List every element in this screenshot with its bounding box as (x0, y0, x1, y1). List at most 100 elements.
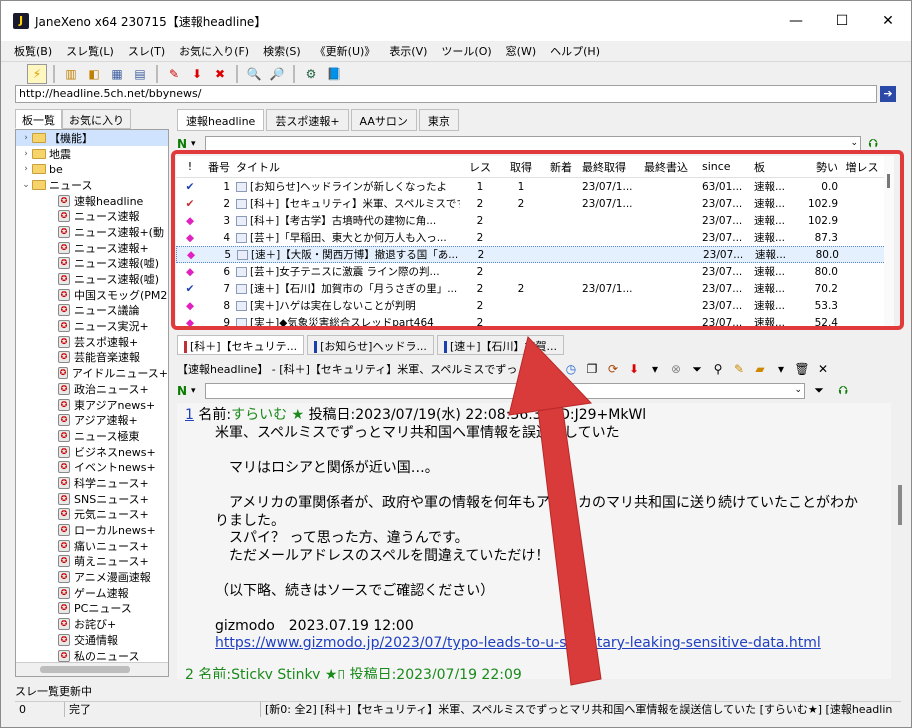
layout-columns-icon[interactable]: ▥ (61, 64, 81, 84)
tree-board-item[interactable]: ✪ 中国スモッグ(PM2 (16, 287, 168, 303)
pencil-icon[interactable]: ✎ (730, 360, 748, 378)
tab-thread-3[interactable]: [速＋]【石川】加賀... (436, 335, 565, 355)
delete-icon[interactable]: ✖ (210, 64, 230, 84)
tree-board-item[interactable]: ✪ ニュース速報(嘘) (16, 256, 168, 272)
expand-chevron-icon[interactable]: › (20, 149, 32, 159)
thread-filter-input[interactable]: ⌄ (205, 136, 861, 152)
layout-panel-icon[interactable]: ▤ (130, 64, 150, 84)
tree-board-item[interactable]: ✪ ニュース速報+ (16, 240, 168, 256)
post-filter-input[interactable]: ⌄ (205, 383, 805, 399)
tree-board-item[interactable]: ✪ 速報headline (16, 193, 168, 209)
tree-board-item[interactable]: ✪ アジア速報+ (16, 412, 168, 428)
stop-icon[interactable]: ⊗ (667, 360, 685, 378)
chevron-down-icon[interactable]: ⌄ (794, 385, 802, 395)
tree-board-item[interactable]: ✪ ニュース速報(嘘) (16, 271, 168, 287)
tree-board-item[interactable]: ✪ 痛いニュース+ (16, 538, 168, 554)
tree-folder[interactable]: ⌄ ニュース (16, 177, 168, 193)
tree-board-item[interactable]: ✪ ゲーム速報 (16, 585, 168, 601)
thread-row[interactable]: ◆ 5 [速＋]【大阪・関西万博】撤退する国「あ... 2 23/07... 速報... 8… (176, 246, 894, 263)
thread-row[interactable]: ◆ 8 [実＋]ハゲは実在しないことが判明 2 23/07... 速報... 53.3 (176, 297, 894, 314)
menu-board[interactable]: 板覧(B) (7, 43, 59, 59)
chevron-down-icon[interactable]: ▾ (191, 139, 205, 149)
col-res[interactable]: レス (460, 159, 500, 175)
tree-folder[interactable]: › 【機能】 (16, 130, 168, 146)
col-number[interactable]: 番号 (204, 159, 234, 175)
col-mark[interactable]: ! (176, 160, 204, 173)
book-icon[interactable]: 📘 (324, 64, 344, 84)
thread-row[interactable]: ✔ 2 [科＋]【セキュリティ】米軍、スペルミスです... 2 2 23/07/1... 2… (176, 195, 894, 212)
address-input[interactable]: http://headline.5ch.net/bbynews/ (15, 85, 877, 103)
magnifier-icon[interactable]: ⚲ (709, 360, 727, 378)
settings-icon[interactable]: ⚙ (301, 64, 321, 84)
tree-board-item[interactable]: ✪ SNSニュース+ (16, 491, 168, 507)
copy-icon[interactable]: ❐ (583, 360, 601, 378)
refresh-icon[interactable]: ⟳ (604, 360, 622, 378)
layout-split-icon[interactable]: ◧ (84, 64, 104, 84)
tab-board-headline[interactable]: 速報headline (177, 109, 265, 131)
menu-thread-list[interactable]: スレ覧(L) (59, 43, 121, 59)
post-link[interactable]: https://www.gizmodo.jp/2023/07/typo-lead… (215, 635, 821, 651)
tree-board-item[interactable]: ✪ ニュース実況+ (16, 318, 168, 334)
col-last-get[interactable]: 最終取得 (580, 159, 642, 175)
tree-board-item[interactable]: ✪ お詫び+ (16, 616, 168, 632)
tree-board-item[interactable]: ✪ 芸能音楽速報 (16, 350, 168, 366)
clock-icon[interactable]: ◷ (562, 360, 580, 378)
image-icon[interactable]: ▣ (520, 360, 538, 378)
tree-board-item[interactable]: ✪ アニメ漫画速報 (16, 569, 168, 585)
tree-board-item[interactable]: ✪ アイドルニュース+ (16, 365, 168, 381)
go-arrow-icon[interactable]: ➔ (880, 86, 896, 102)
close-icon[interactable]: ✕ (814, 360, 832, 378)
thread-row[interactable]: ◆ 4 [芸＋]「早稲田、東大とか何万人も入っ... 2 23/07... 速報... 87… (176, 229, 894, 246)
upload-arrow-icon[interactable]: ⮉ (865, 136, 881, 152)
menu-view[interactable]: 表示(V) (382, 43, 434, 59)
tab-thread-1[interactable]: [科＋]【セキュリテ... (177, 335, 305, 355)
html-icon[interactable]: ▤ (541, 360, 559, 378)
filter-n-icon[interactable]: N (177, 137, 191, 151)
layout-grid-icon[interactable]: ▦ (107, 64, 127, 84)
upload-arrow-icon[interactable]: ⮉ (833, 383, 853, 399)
col-ikioi[interactable]: 勢い (798, 159, 840, 175)
tree-board-item[interactable]: ✪ 交通情報 (16, 632, 168, 648)
thread-row[interactable]: ◆ 6 [芸＋]女子テニスに激震 ライン際の判... 2 23/07... 速報... 80… (176, 263, 894, 280)
thread-list-scrollbar[interactable] (884, 156, 894, 326)
menu-search[interactable]: 検索(S) (256, 43, 308, 59)
tree-board-item[interactable]: ✪ ビジネスnews+ (16, 444, 168, 460)
menu-favorites[interactable]: お気に入り(F) (172, 43, 256, 59)
tree-board-item[interactable]: ✪ 科学ニュース+ (16, 475, 168, 491)
col-since[interactable]: since (700, 160, 752, 173)
menu-tools[interactable]: ツール(O) (434, 43, 498, 59)
tree-board-item[interactable]: ✪ 政治ニュース+ (16, 381, 168, 397)
bookmark-icon[interactable]: ▰ (751, 360, 769, 378)
col-board[interactable]: 板 (752, 159, 798, 175)
tree-board-item[interactable]: ✪ ニュース速報+(動 (16, 224, 168, 240)
tree-board-item[interactable]: ✪ ローカルnews+ (16, 522, 168, 538)
lightning-icon[interactable]: ⚡ (27, 63, 47, 84)
pencil-icon[interactable]: ✎ (164, 64, 184, 84)
arrow-down-icon[interactable]: ⬇ (187, 64, 207, 84)
thread-row[interactable]: ✔ 1 [お知らせ]ヘッドラインが新しくなったよ 1 1 23/07/1... 63/01.… (176, 178, 894, 195)
menu-thread[interactable]: スレ(T) (121, 43, 172, 59)
post-viewer-scrollbar[interactable] (893, 403, 907, 679)
tree-folder[interactable]: › be (16, 161, 168, 177)
search-web-icon[interactable]: 🔎 (267, 64, 287, 84)
tree-board-item[interactable]: ✪ ニュース議論 (16, 303, 168, 319)
filter-icon[interactable]: ⏷ (688, 360, 706, 378)
tree-board-item[interactable]: ✪ 萌えニュース+ (16, 554, 168, 570)
thread-row[interactable]: ◆ 3 [科＋]【考古学】古墳時代の建物に角... 2 23/07... 速報... 102… (176, 212, 894, 229)
chevron-down-icon[interactable]: ⌄ (850, 138, 858, 148)
scroll-thumb[interactable] (898, 485, 902, 525)
col-new[interactable]: 新着 (542, 159, 580, 175)
expand-chevron-icon[interactable]: › (20, 133, 32, 143)
chevron-down-icon[interactable]: ▾ (191, 386, 205, 396)
minimize-button[interactable]: — (773, 1, 819, 41)
menu-window[interactable]: 窓(W) (499, 43, 543, 59)
maximize-button[interactable]: ☐ (819, 1, 865, 41)
trash-icon[interactable]: 🗑 (793, 360, 811, 378)
arrow-down-icon[interactable]: ⬇ (625, 360, 643, 378)
expand-chevron-icon[interactable]: › (20, 164, 32, 174)
col-increase[interactable]: 増レス (840, 159, 884, 175)
tree-board-item[interactable]: ✪ イベントnews+ (16, 459, 168, 475)
search-icon[interactable]: 🔍 (244, 64, 264, 84)
funnel-icon[interactable]: ⏷ (809, 383, 829, 399)
filter-n-icon[interactable]: N (177, 384, 191, 398)
